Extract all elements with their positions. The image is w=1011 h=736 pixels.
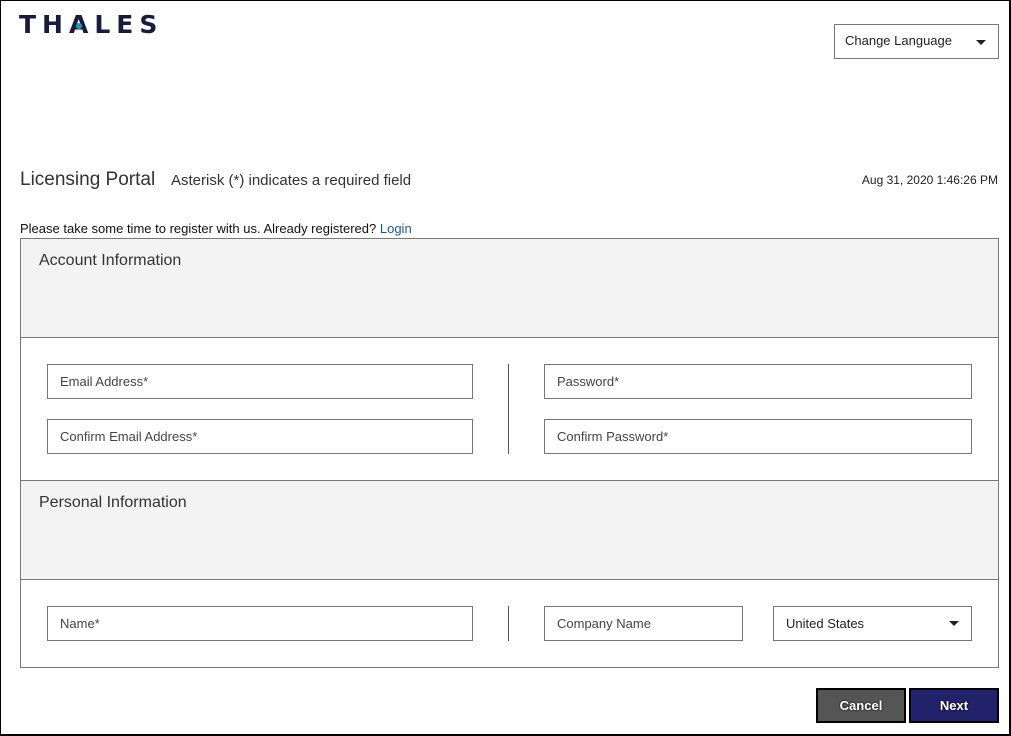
timestamp: Aug 31, 2020 1:46:26 PM	[861, 173, 998, 187]
login-link[interactable]: Login	[380, 221, 412, 236]
column-divider	[508, 606, 509, 641]
change-language-label: Change Language	[845, 33, 952, 48]
account-information-header: Account Information	[21, 239, 998, 338]
personal-information-title: Personal Information	[39, 494, 187, 511]
page-title: Licensing Portal	[20, 169, 156, 190]
name-placeholder: Name*	[60, 616, 100, 631]
logo-a: A	[68, 10, 95, 39]
company-name-placeholder: Company Name	[557, 616, 651, 631]
cancel-button[interactable]: Cancel	[816, 688, 906, 723]
country-select[interactable]: United States	[773, 606, 972, 641]
confirm-password-placeholder: Confirm Password*	[557, 429, 669, 444]
confirm-email-field[interactable]: Confirm Email Address*	[47, 419, 473, 454]
registration-form: Account Information Email Address* Confi…	[20, 238, 999, 668]
caret-down-icon	[949, 621, 959, 626]
change-language-select[interactable]: Change Language	[834, 24, 999, 59]
company-name-field[interactable]: Company Name	[544, 606, 743, 641]
password-placeholder: Password*	[557, 374, 620, 389]
email-address-field[interactable]: Email Address*	[47, 364, 473, 399]
register-prompt-text: Please take some time to register with u…	[20, 221, 377, 236]
password-field[interactable]: Password*	[544, 364, 972, 399]
confirm-password-field[interactable]: Confirm Password*	[544, 419, 972, 454]
register-prompt: Please take some time to register with u…	[20, 221, 412, 236]
logo-dot-icon	[75, 23, 82, 29]
required-field-note: Asterisk (*) indicates a required field	[171, 172, 412, 189]
logo-text-end: LES	[94, 10, 164, 39]
thales-logo: THA LES	[19, 10, 163, 39]
logo-letter-a: A	[69, 10, 94, 39]
logo-text: TH	[19, 10, 69, 39]
personal-information-header: Personal Information	[21, 480, 998, 580]
caret-down-icon	[976, 40, 986, 45]
account-information-title: Account Information	[39, 252, 182, 269]
email-placeholder: Email Address*	[60, 374, 149, 389]
country-value: United States	[786, 616, 865, 631]
confirm-email-placeholder: Confirm Email Address*	[60, 429, 198, 444]
column-divider	[508, 364, 509, 454]
next-button[interactable]: Next	[909, 688, 999, 723]
name-field[interactable]: Name*	[47, 606, 473, 641]
